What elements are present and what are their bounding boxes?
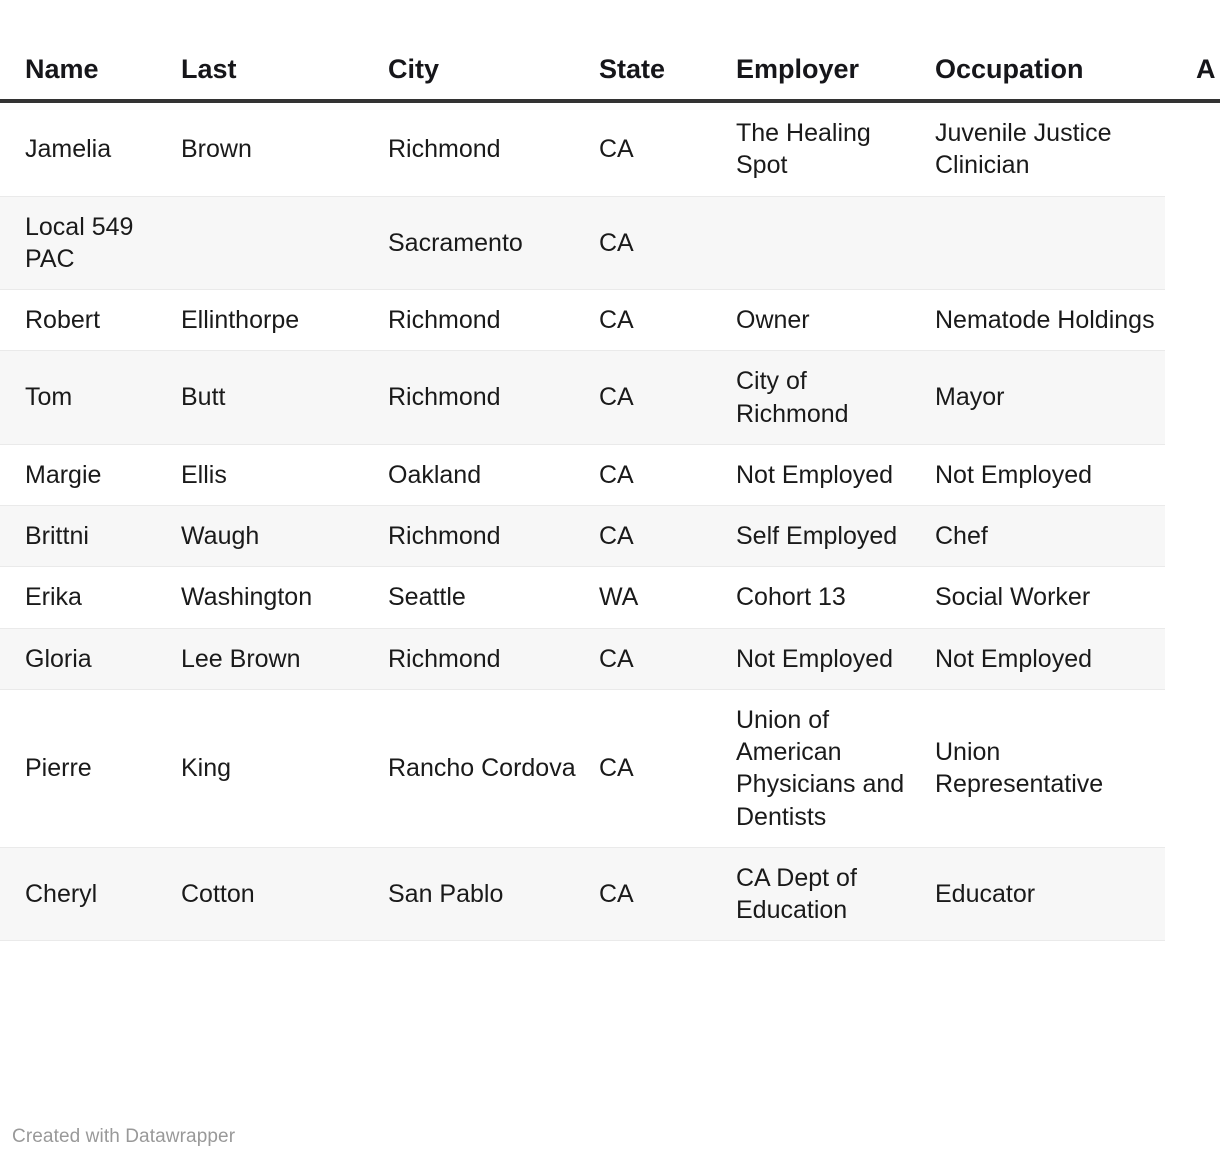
- cell-employer: Not Employed: [725, 628, 923, 690]
- cell-amount-heat: [1165, 566, 1220, 629]
- cell-city: Richmond: [375, 505, 590, 568]
- column-header-amount[interactable]: A: [1165, 0, 1220, 101]
- cell-occupation: Nematode Holdings: [923, 289, 1165, 352]
- cell-city: Richmond: [375, 350, 590, 445]
- cell-employer: Cohort 13: [725, 566, 923, 629]
- cell-name: Jamelia: [0, 101, 165, 197]
- cell-amount-heat: [1165, 289, 1220, 352]
- cell-city: Richmond: [375, 628, 590, 690]
- cell-last: Lee Brown: [165, 628, 375, 690]
- table-header-row: Name Last City State Employer Occupation…: [0, 0, 1220, 101]
- table-row: Erika Washington Seattle WA Cohort 13 Social …: [0, 566, 1220, 629]
- data-table: Name Last City State Employer Occupation…: [0, 0, 1220, 942]
- cell-city: Seattle: [375, 566, 590, 629]
- cell-last: Cotton: [165, 847, 375, 942]
- cell-last: Ellis: [165, 444, 375, 507]
- cell-employer: Owner: [725, 289, 923, 352]
- cell-name: Robert: [0, 289, 165, 352]
- cell-city: Richmond: [375, 101, 590, 197]
- datawrapper-table-container: Name Last City State Employer Occupation…: [0, 0, 1220, 1164]
- cell-city: Oakland: [375, 444, 590, 507]
- cell-amount-heat: [1165, 847, 1220, 942]
- cell-state: CA: [590, 847, 725, 942]
- cell-name: Gloria: [0, 628, 165, 690]
- cell-last: Butt: [165, 350, 375, 445]
- cell-last: Waugh: [165, 505, 375, 568]
- cell-state: CA: [590, 505, 725, 568]
- cell-employer: Union of American Physicians and Dentist…: [725, 689, 923, 848]
- cell-employer: City of Richmond: [725, 350, 923, 445]
- datawrapper-credit: Created with Datawrapper: [12, 1126, 236, 1147]
- cell-state: CA: [590, 689, 725, 848]
- column-header-occupation[interactable]: Occupation: [923, 0, 1165, 101]
- cell-last: [165, 196, 375, 290]
- cell-occupation: [923, 196, 1165, 290]
- cell-occupation: Juvenile Justice Clinician: [923, 101, 1165, 197]
- cell-amount-heat: [1165, 628, 1220, 690]
- cell-state: CA: [590, 350, 725, 445]
- table-row: Local 549 PAC Sacramento CA: [0, 196, 1220, 290]
- cell-last: King: [165, 689, 375, 848]
- cell-amount-heat: [1165, 350, 1220, 445]
- cell-occupation: Not Employed: [923, 628, 1165, 690]
- table-row: Gloria Lee Brown Richmond CA Not Employed Not…: [0, 628, 1220, 690]
- table-header: Name Last City State Employer Occupation…: [0, 0, 1220, 101]
- cell-city: Rancho Cordova: [375, 689, 590, 848]
- table-row: Brittni Waugh Richmond CA Self Employed Chef: [0, 505, 1220, 568]
- cell-amount-heat: [1165, 101, 1220, 197]
- cell-name: Brittni: [0, 505, 165, 568]
- cell-state: CA: [590, 101, 725, 197]
- cell-occupation: Social Worker: [923, 566, 1165, 629]
- cell-occupation: Not Employed: [923, 444, 1165, 507]
- cell-occupation: Chef: [923, 505, 1165, 568]
- column-header-city[interactable]: City: [375, 0, 590, 101]
- table-row: Tom Butt Richmond CA City of Richmond Mayor: [0, 350, 1220, 445]
- cell-last: Washington: [165, 566, 375, 629]
- cell-name: Erika: [0, 566, 165, 629]
- cell-employer: [725, 196, 923, 290]
- column-header-state[interactable]: State: [590, 0, 725, 101]
- cell-name: Local 549 PAC: [0, 196, 165, 290]
- table-body: Jamelia Brown Richmond CA The Healing Spot Ju…: [0, 101, 1220, 942]
- cell-name: Pierre: [0, 689, 165, 848]
- cell-amount-heat: [1165, 505, 1220, 568]
- cell-occupation: Educator: [923, 847, 1165, 942]
- cell-occupation: Mayor: [923, 350, 1165, 445]
- cell-name: Margie: [0, 444, 165, 507]
- cell-last: Brown: [165, 101, 375, 197]
- table-row: Jamelia Brown Richmond CA The Healing Spot Ju…: [0, 101, 1220, 197]
- cell-city: San Pablo: [375, 847, 590, 942]
- cell-name: Tom: [0, 350, 165, 445]
- cell-state: CA: [590, 289, 725, 352]
- cell-amount-heat: [1165, 444, 1220, 507]
- cell-last: Ellinthorpe: [165, 289, 375, 352]
- cell-amount-heat: [1165, 689, 1220, 848]
- column-header-last[interactable]: Last: [165, 0, 375, 101]
- cell-state: CA: [590, 628, 725, 690]
- cell-employer: Not Employed: [725, 444, 923, 507]
- cell-employer: Self Employed: [725, 505, 923, 568]
- cell-occupation: Union Representative: [923, 689, 1165, 848]
- table-row: Cheryl Cotton San Pablo CA CA Dept of Educat…: [0, 847, 1220, 942]
- cell-state: CA: [590, 444, 725, 507]
- cell-state: CA: [590, 196, 725, 290]
- table-row: Robert Ellinthorpe Richmond CA Owner Nematode…: [0, 289, 1220, 352]
- cell-city: Sacramento: [375, 196, 590, 290]
- table-row: Margie Ellis Oakland CA Not Employed Not Empl…: [0, 444, 1220, 507]
- cell-amount-heat: [1165, 196, 1220, 290]
- cell-employer: The Healing Spot: [725, 101, 923, 197]
- table-row: Pierre King Rancho Cordova CA Union of Ameri…: [0, 689, 1220, 848]
- cell-employer: CA Dept of Education: [725, 847, 923, 942]
- column-header-employer[interactable]: Employer: [725, 0, 923, 101]
- column-header-name[interactable]: Name: [0, 0, 165, 101]
- cell-state: WA: [590, 566, 725, 629]
- cell-city: Richmond: [375, 289, 590, 352]
- cell-name: Cheryl: [0, 847, 165, 942]
